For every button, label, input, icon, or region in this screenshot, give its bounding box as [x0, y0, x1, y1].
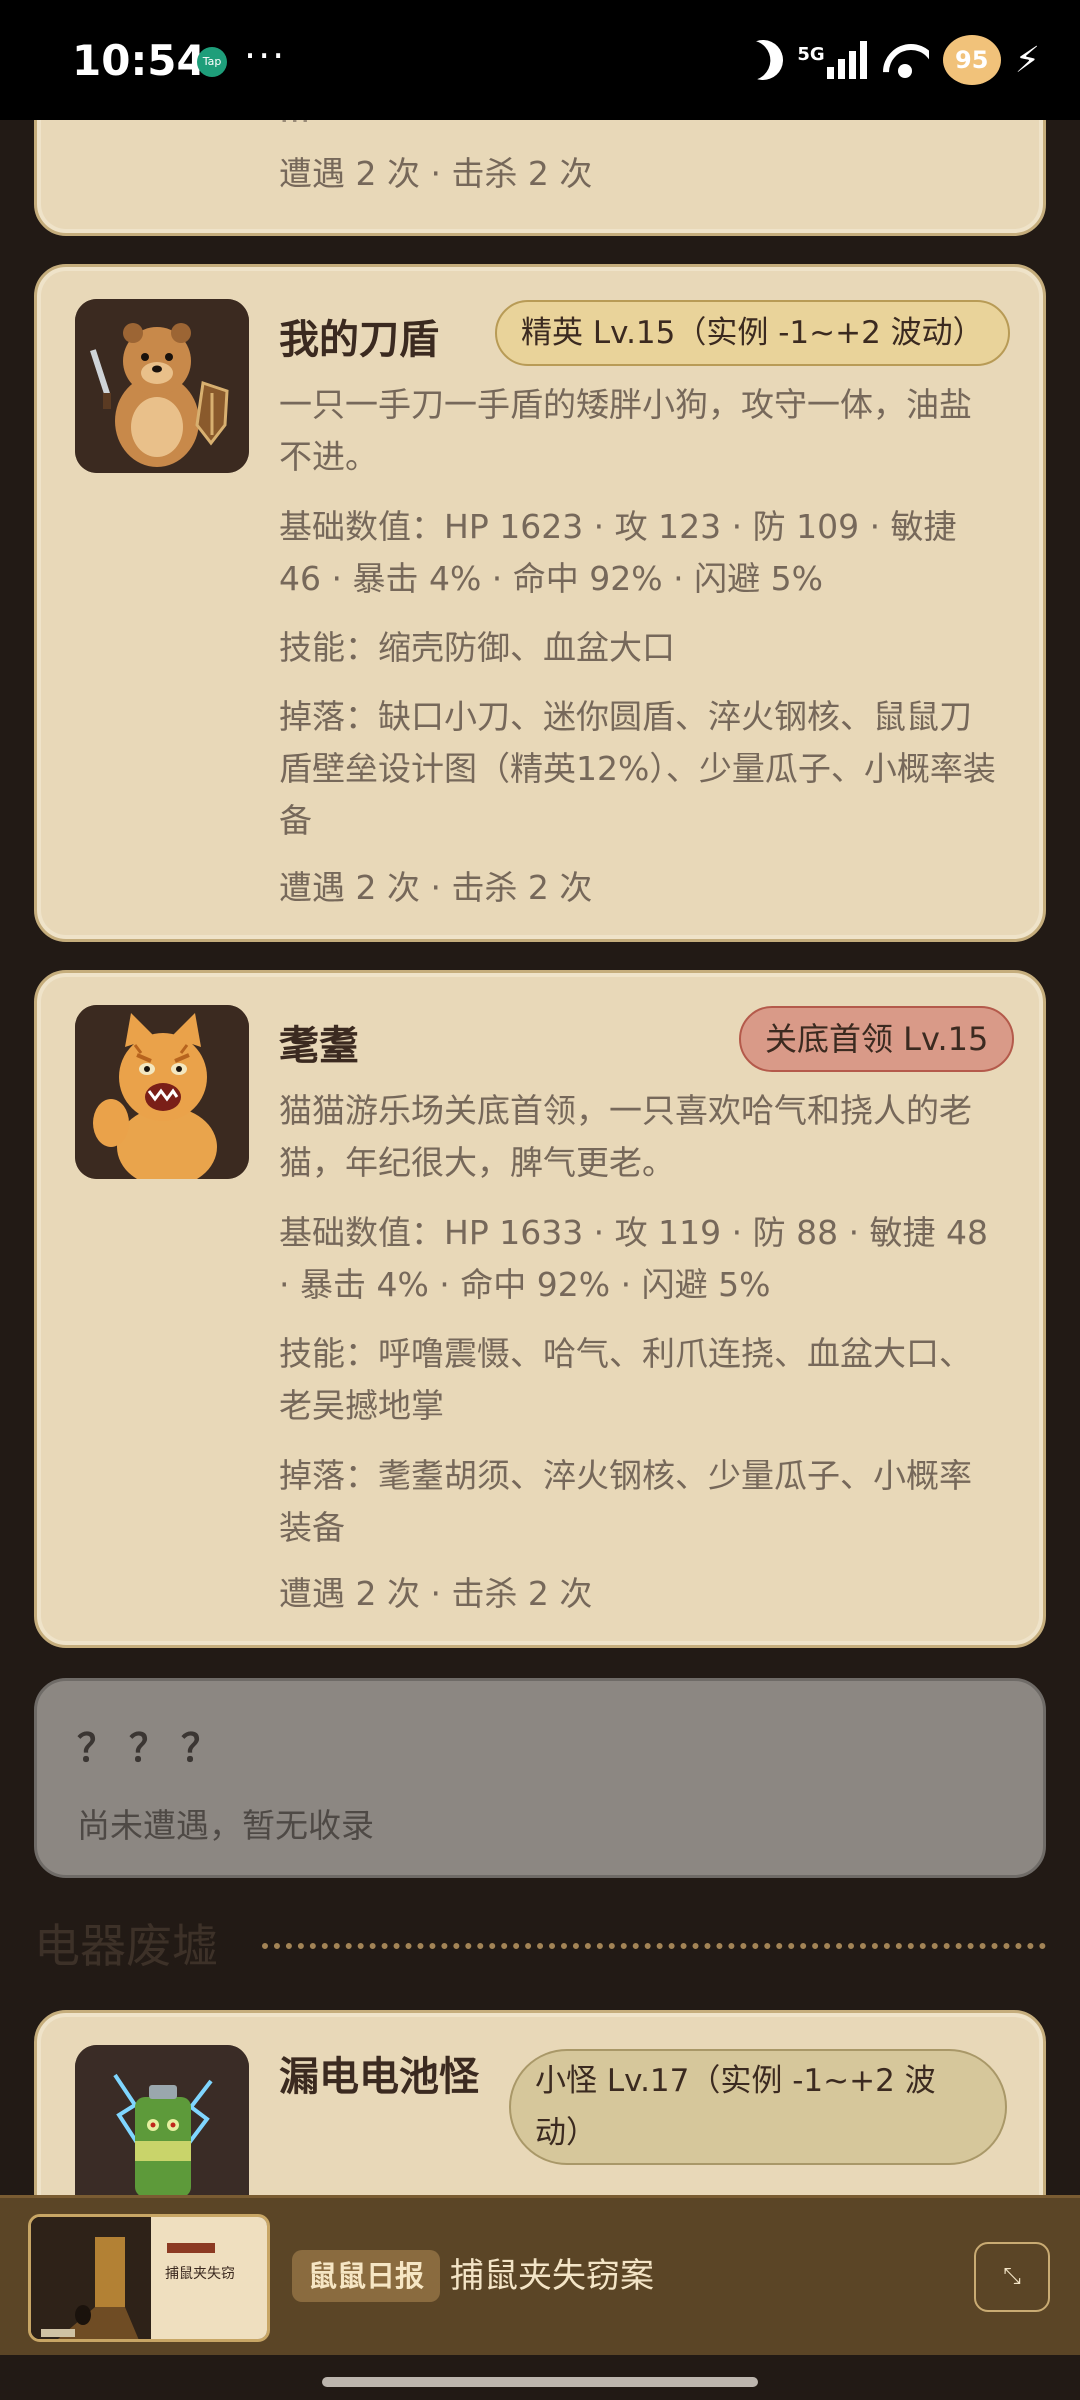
card-partial-text: ... — [279, 120, 1003, 137]
news-source-tag: 鼠鼠日报 — [292, 2250, 441, 2302]
more-notifications-icon: ··· — [244, 34, 287, 78]
monster-avatar-battery — [75, 2045, 249, 2195]
monster-name: 漏电电池怪 — [279, 2054, 479, 2100]
daily-news-bar[interactable]: 捕鼠夹失窃 鼠鼠日报 捕鼠夹失窃案 ⤡ — [0, 2195, 1080, 2355]
dog-with-knife-shield-icon — [75, 299, 249, 473]
battery-icon: 95 — [942, 35, 1001, 85]
monster-skills: 技能：呼噜震慑、哈气、利爪连挠、血盆大口、老吴撼地掌 — [279, 1334, 972, 1425]
leaking-battery-icon — [75, 2045, 249, 2195]
section-title: 电器废墟 — [34, 1919, 218, 1973]
angry-cat-icon — [75, 1005, 249, 1179]
monster-description: 猫猫游乐场关底首领，一只喜欢哈气和挠人的老猫，年纪很大，脾气更老。 — [279, 1091, 972, 1182]
home-indicator[interactable] — [322, 2377, 758, 2387]
monster-avatar-knife-shield-dog — [75, 299, 249, 473]
monster-stats: 基础数值：HP 1623 · 攻 123 · 防 109 · 敏捷 46 · 暴… — [279, 507, 957, 598]
signal-icon: 5G — [797, 41, 867, 79]
monster-drops: 掉落：缺口小刀、迷你圆盾、淬火钢核、鼠鼠刀盾壁垒设计图（精英12%）、少量瓜子、… — [279, 697, 996, 840]
card-encounter: 遭遇 2 次 · 击杀 2 次 — [279, 154, 593, 193]
monster-card-previous[interactable]: ... 遭遇 2 次 · 击杀 2 次 — [34, 120, 1046, 236]
news-thumbnail-tag — [167, 2243, 215, 2253]
news-thumbnail-scene — [31, 2217, 151, 2339]
card-encounter: 遭遇 2 次 · 击杀 2 次 — [279, 868, 593, 907]
status-time: 10:54 — [72, 36, 206, 85]
monster-level-badge: 精英 Lv.15（实例 -1~+2 波动） — [495, 300, 1010, 366]
news-thumbnail-title: 捕鼠夹失窃 — [165, 2266, 235, 2282]
news-headline[interactable]: 捕鼠夹失窃案 — [450, 2248, 654, 2304]
monster-level-badge: 关底首领 Lv.15 — [739, 1006, 1015, 1072]
monster-avatar-old-cat — [75, 1005, 249, 1179]
wifi-icon — [881, 40, 929, 80]
tap-app-icon: Tap — [197, 47, 227, 77]
monster-card-battery[interactable]: 漏电电池怪 小怪 Lv.17（实例 -1~+2 波动） — [34, 2010, 1046, 2195]
gesture-navigation-bar — [0, 2355, 1080, 2400]
monster-drops: 掉落：耄耋胡须、淬火钢核、少量瓜子、小概率装备 — [279, 1456, 972, 1547]
unknown-monster-subtitle: 尚未遭遇，暂无收录 — [77, 1806, 374, 1845]
monster-card-knife-shield[interactable]: 我的刀盾 精英 Lv.15（实例 -1~+2 波动） 一只一手刀一手盾的矮胖小狗… — [34, 264, 1046, 942]
monster-card-unknown[interactable]: ？？？ 尚未遭遇，暂无收录 — [34, 1678, 1046, 1878]
monster-name: 我的刀盾 — [279, 317, 439, 363]
network-type: 5G — [797, 44, 825, 65]
monster-name: 耄耋 — [279, 1023, 359, 1069]
monster-card-old-cat[interactable]: 耄耋 关底首领 Lv.15 猫猫游乐场关底首领，一只喜欢哈气和挠人的老猫，年纪很… — [34, 970, 1046, 1648]
charging-icon: ⚡ — [1014, 39, 1040, 81]
status-bar: 10:54 Tap ··· 5G 95 ⚡ — [0, 0, 1080, 120]
status-icons: 5G 95 ⚡ — [743, 30, 1040, 90]
news-thumbnail[interactable]: 捕鼠夹失窃 — [28, 2214, 270, 2342]
monster-description: 一只一手刀一手盾的矮胖小狗，攻守一体，油盐不进。 — [279, 385, 972, 476]
news-thumbnail-paper: 捕鼠夹失窃 — [151, 2217, 267, 2339]
monster-skills: 技能：缩壳防御、血盆大口 — [279, 628, 675, 667]
moon-icon — [738, 34, 789, 85]
monster-level-badge: 小怪 Lv.17（实例 -1~+2 波动） — [509, 2049, 1007, 2165]
section-divider — [262, 1943, 1046, 1949]
expand-icon[interactable]: ⤡ — [974, 2242, 1050, 2312]
bestiary-list[interactable]: ... 遭遇 2 次 · 击杀 2 次 我的刀盾 精英 — [0, 120, 1080, 2195]
unknown-monster-name: ？？？ — [77, 1726, 234, 1770]
monster-stats: 基础数值：HP 1633 · 攻 119 · 防 88 · 敏捷 48 · 暴击… — [279, 1213, 989, 1304]
card-encounter: 遭遇 2 次 · 击杀 2 次 — [279, 1574, 593, 1613]
